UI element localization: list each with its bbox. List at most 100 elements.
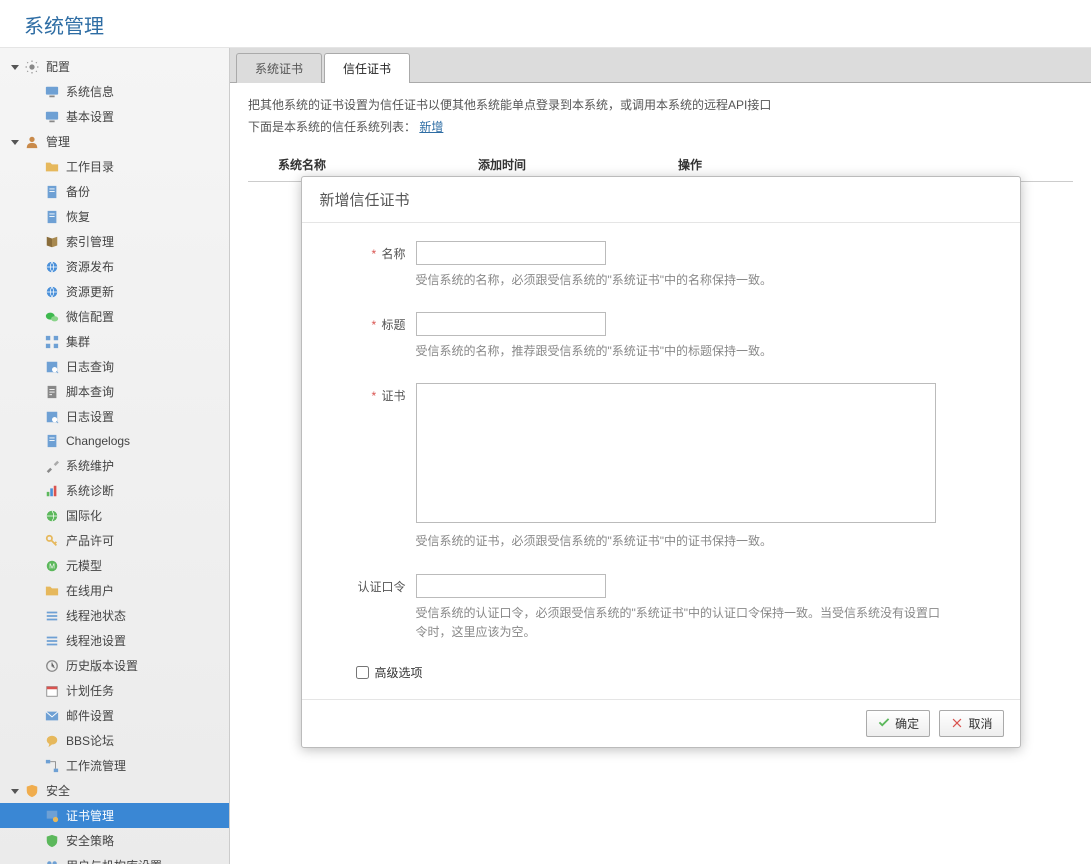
sidebar-item[interactable]: 资源发布 <box>0 254 229 279</box>
tree-group-header[interactable]: 管理 <box>0 129 229 154</box>
ok-button[interactable]: 确定 <box>866 710 930 737</box>
sidebar-item[interactable]: 安全策略 <box>0 828 229 853</box>
tree-group-header[interactable]: 配置 <box>0 54 229 79</box>
add-link[interactable]: 新增 <box>419 120 443 134</box>
sidebar-item[interactable]: 脚本查询 <box>0 379 229 404</box>
sidebar: 配置系统信息基本设置管理工作目录备份恢复索引管理资源发布资源更新微信配置集群日志… <box>0 48 230 864</box>
sidebar-item[interactable]: 线程池状态 <box>0 603 229 628</box>
sidebar-item-label: 在线用户 <box>66 582 114 599</box>
sidebar-item[interactable]: 资源更新 <box>0 279 229 304</box>
cancel-button[interactable]: 取消 <box>939 710 1003 737</box>
sidebar-item[interactable]: 用户与机构库设置 <box>0 853 229 864</box>
chat-icon <box>44 733 60 749</box>
monitor-icon <box>44 84 60 100</box>
sidebar-item-label: Changelogs <box>66 434 130 448</box>
page-title: 系统管理 <box>24 10 1067 39</box>
name-label: * 名称 <box>326 241 416 290</box>
sidebar-item[interactable]: 在线用户 <box>0 578 229 603</box>
history-icon <box>44 658 60 674</box>
sidebar-item[interactable]: 工作流管理 <box>0 753 229 778</box>
sidebar-item-label: 日志查询 <box>66 358 114 375</box>
sidebar-item[interactable]: 工作目录 <box>0 154 229 179</box>
col-system-name: 系统名称 <box>278 156 478 173</box>
sidebar-item[interactable]: 证书管理 <box>0 803 229 828</box>
cert-help: 受信系统的证书，必须跟受信系统的"系统证书"中的证书保持一致。 <box>416 532 946 551</box>
modal-title: 新增信任证书 <box>302 177 1020 223</box>
sidebar-item-label: 安全策略 <box>66 832 114 849</box>
cert-icon <box>44 808 60 824</box>
monitor-icon <box>44 109 60 125</box>
tree-group-label: 安全 <box>46 782 70 799</box>
sidebar-item[interactable]: 线程池设置 <box>0 628 229 653</box>
tab-bar: 系统证书信任证书 <box>230 48 1091 83</box>
sidebar-item[interactable]: 产品许可 <box>0 528 229 553</box>
name-input[interactable] <box>416 241 606 265</box>
globe-icon <box>44 259 60 275</box>
sidebar-item-label: 系统诊断 <box>66 482 114 499</box>
sidebar-item[interactable]: 微信配置 <box>0 304 229 329</box>
app-header: 系统管理 <box>0 0 1091 48</box>
sidebar-item[interactable]: 日志设置 <box>0 404 229 429</box>
advanced-checkbox[interactable] <box>356 666 369 679</box>
sidebar-item[interactable]: M元模型 <box>0 553 229 578</box>
sidebar-item-label: 基本设置 <box>66 108 114 125</box>
sidebar-item[interactable]: 国际化 <box>0 503 229 528</box>
chevron-down-icon <box>10 786 20 796</box>
cert-textarea[interactable] <box>416 383 936 523</box>
calendar-icon <box>44 683 60 699</box>
passcode-label: 认证口令 <box>326 574 416 642</box>
log-icon <box>44 359 60 375</box>
key-icon <box>44 533 60 549</box>
flow-icon <box>44 758 60 774</box>
tab[interactable]: 系统证书 <box>236 53 322 83</box>
title-label: * 标题 <box>326 312 416 361</box>
sidebar-item-label: 资源更新 <box>66 283 114 300</box>
sidebar-item-label: 资源发布 <box>66 258 114 275</box>
modal-overlay: 新增信任证书 * 名称 受信系统的名称，必须跟受信系统的"系统证书"中的名称保持… <box>230 176 1091 864</box>
sidebar-item-label: 用户与机构库设置 <box>66 857 162 864</box>
passcode-input[interactable] <box>416 574 606 598</box>
sidebar-item-label: 微信配置 <box>66 308 114 325</box>
sidebar-item-label: 系统信息 <box>66 83 114 100</box>
sidebar-item[interactable]: 备份 <box>0 179 229 204</box>
sidebar-item[interactable]: BBS论坛 <box>0 728 229 753</box>
sidebar-item[interactable]: 日志查询 <box>0 354 229 379</box>
add-trust-cert-modal: 新增信任证书 * 名称 受信系统的名称，必须跟受信系统的"系统证书"中的名称保持… <box>301 176 1021 748</box>
desc-line-1: 把其他系统的证书设置为信任证书以便其他系统能单点登录到本系统，或调用本系统的远程… <box>248 95 1073 117</box>
sidebar-item[interactable]: 系统信息 <box>0 79 229 104</box>
sidebar-item[interactable]: Changelogs <box>0 429 229 453</box>
gear-icon <box>24 59 40 75</box>
sidebar-item-label: 国际化 <box>66 507 102 524</box>
sidebar-item[interactable]: 恢复 <box>0 204 229 229</box>
title-help: 受信系统的名称，推荐跟受信系统的"系统证书"中的标题保持一致。 <box>416 342 946 361</box>
title-input[interactable] <box>416 312 606 336</box>
sidebar-item-label: 恢复 <box>66 208 90 225</box>
globe-green-icon <box>44 508 60 524</box>
page-description: 把其他系统的证书设置为信任证书以便其他系统能单点登录到本系统，或调用本系统的远程… <box>248 95 1073 138</box>
sidebar-item-label: 集群 <box>66 333 90 350</box>
shield-icon <box>24 783 40 799</box>
tree-group-header[interactable]: 安全 <box>0 778 229 803</box>
sidebar-item-label: 系统维护 <box>66 457 114 474</box>
users-icon <box>44 858 60 864</box>
col-action: 操作 <box>678 156 828 173</box>
sidebar-item-label: 索引管理 <box>66 233 114 250</box>
sidebar-item-label: 工作目录 <box>66 158 114 175</box>
tree-group-label: 管理 <box>46 133 70 150</box>
tab[interactable]: 信任证书 <box>324 53 410 83</box>
sidebar-item[interactable]: 系统维护 <box>0 453 229 478</box>
sidebar-item[interactable]: 索引管理 <box>0 229 229 254</box>
sidebar-item-label: 备份 <box>66 183 90 200</box>
sidebar-item[interactable]: 历史版本设置 <box>0 653 229 678</box>
passcode-help: 受信系统的认证口令，必须跟受信系统的"系统证书"中的认证口令保持一致。当受信系统… <box>416 604 946 642</box>
sidebar-item[interactable]: 集群 <box>0 329 229 354</box>
sidebar-item-label: 计划任务 <box>66 682 114 699</box>
folder-icon <box>44 159 60 175</box>
sidebar-item[interactable]: 计划任务 <box>0 678 229 703</box>
sidebar-item-label: 证书管理 <box>66 807 114 824</box>
check-icon <box>877 716 891 730</box>
cluster-icon <box>44 334 60 350</box>
sidebar-item[interactable]: 系统诊断 <box>0 478 229 503</box>
sidebar-item[interactable]: 邮件设置 <box>0 703 229 728</box>
sidebar-item[interactable]: 基本设置 <box>0 104 229 129</box>
